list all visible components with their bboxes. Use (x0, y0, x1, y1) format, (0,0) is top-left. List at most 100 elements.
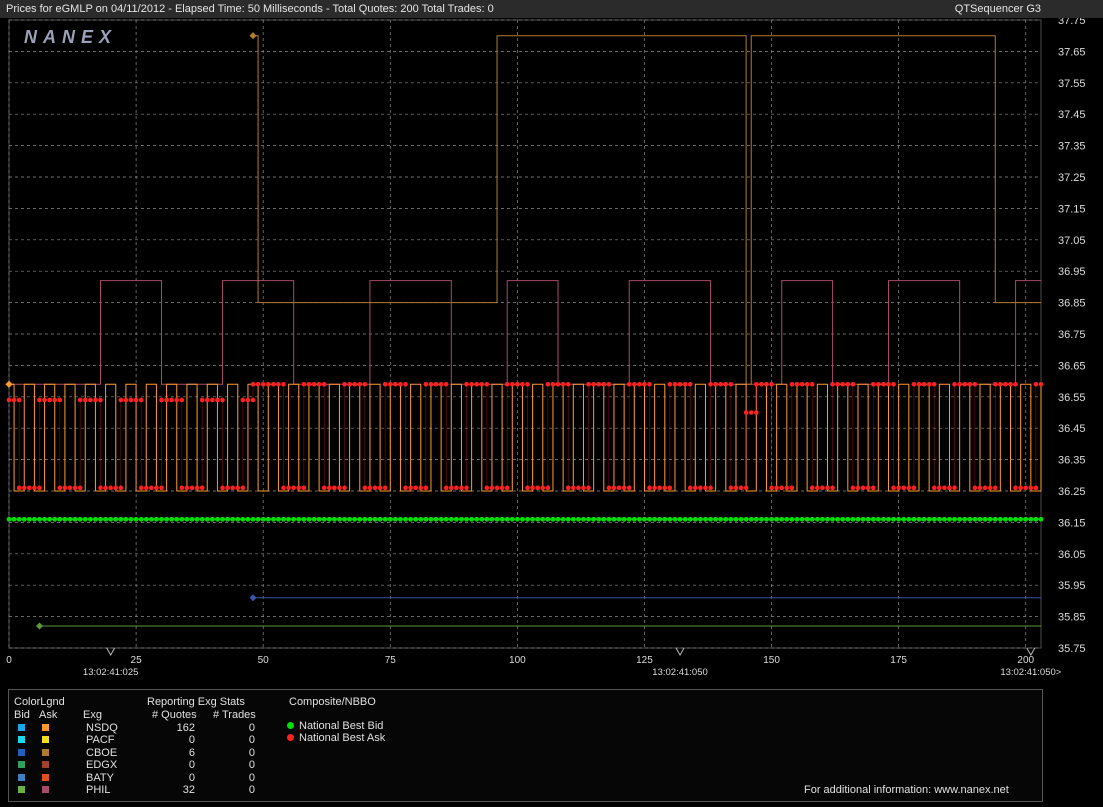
nbbo-ask-point (479, 381, 485, 387)
y-tick-label: 36.15 (1058, 517, 1086, 529)
nbbo-ask-point (926, 381, 932, 387)
ask-header: Ask (39, 709, 58, 721)
nbbo-ask-point (576, 485, 581, 491)
nbbo-ask-point (987, 485, 993, 491)
nbbo-bid-point (77, 516, 83, 522)
nbbo-ask-point (957, 381, 962, 387)
nbbo-bid-point (530, 516, 536, 522)
y-tick-label: 35.95 (1058, 580, 1086, 592)
nbbo-ask-point (72, 485, 78, 491)
nbbo-ask-point (799, 381, 805, 387)
nbbo-ask-point (555, 381, 561, 387)
nbbo-bid-point (321, 516, 327, 522)
nbbo-ask-point (896, 485, 901, 491)
nbbo-ask-point (138, 485, 144, 491)
nbbo-ask-point (881, 381, 886, 387)
nbbo-ask-point (118, 485, 124, 491)
nbbo-ask-point (743, 410, 749, 415)
nbbo-ask-point (499, 485, 505, 491)
nbbo-ask-point (728, 381, 734, 387)
nbbo-bid-point (230, 516, 236, 522)
nbbo-bid-point (453, 516, 459, 522)
nbbo-ask-point (377, 485, 383, 491)
nbbo-ask-point (870, 485, 876, 491)
nbbo-bid-point (855, 516, 861, 522)
y-tick-label: 36.95 (1058, 266, 1086, 278)
nbbo-bid-point (403, 516, 408, 522)
nbbo-ask-point (423, 485, 429, 491)
legend-trade-count: 0 (248, 746, 255, 759)
nbbo-bid-point (886, 516, 891, 522)
nbbo-ask-point (687, 381, 693, 387)
nbbo-ask-point (149, 485, 154, 491)
nbbo-ask-point (77, 485, 83, 491)
title-bar: Prices for eGMLP on 04/11/2012 - Elapsed… (0, 0, 1103, 18)
nbbo-ask-point (601, 381, 607, 387)
nbbo-ask-point (88, 397, 93, 403)
nbbo-bid-point (1013, 516, 1018, 522)
nbbo-ask-point (230, 485, 235, 491)
nbbo-ask-point (1003, 381, 1008, 387)
nbbo-ask-point (382, 381, 388, 387)
quotes-header: # Quotes (152, 709, 197, 721)
nbbo-ask-point (281, 485, 286, 491)
nbbo-ask-point (565, 485, 571, 491)
nbbo-ask-point (972, 381, 978, 387)
nbbo-ask-point (301, 381, 307, 387)
nbbo-bid-point (708, 516, 713, 522)
nbbo-ask-point (596, 381, 602, 387)
nbbo-ask-point (27, 485, 32, 491)
nbbo-bid-point (942, 516, 947, 522)
nbbo-bid-point (779, 516, 785, 522)
nbbo-ask-point (408, 485, 413, 491)
nbbo-bid-point (367, 516, 373, 522)
nbbo-ask-point (570, 485, 576, 491)
nbbo-bid-point (11, 516, 17, 522)
nbbo-bid-point (936, 516, 942, 522)
nbbo-ask-point (789, 381, 795, 387)
nbbo-bid-point (1028, 516, 1034, 522)
nbbo-bid-point (636, 516, 642, 522)
nbbo-bid-point (723, 516, 729, 522)
nbbo-bid-point (209, 516, 215, 522)
nbbo-ask-point (159, 397, 164, 403)
nbbo-bid-point (875, 516, 881, 522)
nbbo-bid-point (276, 516, 281, 522)
nbbo-bid-point (357, 516, 363, 522)
nbbo-ask-point (626, 381, 632, 387)
nbbo-ask-point (652, 485, 657, 491)
nbbo-bid-point (301, 516, 307, 522)
nbbo-ask-point (703, 485, 708, 491)
nbbo-bid-point (179, 516, 185, 522)
y-tick-label: 37.05 (1058, 235, 1086, 247)
nbbo-bid-point (784, 516, 790, 522)
nbbo-ask-point (723, 381, 729, 387)
nbbo-ask-point (454, 485, 459, 491)
nbbo-ask-point (672, 381, 678, 387)
nbbo-bid-point (697, 516, 703, 522)
nbbo-ask-point (667, 381, 673, 387)
nbbo-bid-point (154, 516, 159, 522)
nbbo-bid-point (733, 516, 739, 522)
y-tick-label: 37.55 (1058, 78, 1086, 90)
nbbo-ask-point (504, 485, 510, 491)
nbbo-bid-point (947, 516, 952, 522)
y-tick-label: 36.75 (1058, 329, 1086, 341)
legend-trade-count: 0 (248, 771, 255, 784)
nbbo-ask-point (306, 381, 312, 387)
nbbo-ask-point (850, 485, 856, 491)
nbbo-ask-point (784, 485, 790, 491)
nbbo-bid-point (845, 516, 851, 522)
legend-quote-count: 0 (188, 759, 195, 772)
y-tick-label: 35.85 (1058, 612, 1086, 624)
legend-trade-count: 0 (248, 722, 255, 734)
nbbo-bid-point (113, 516, 119, 522)
nbbo-bid-point (774, 516, 780, 522)
nbbo-bid-point (62, 516, 68, 522)
nbbo-ask-point (850, 381, 856, 387)
chart-background (0, 0, 1103, 690)
nbbo-ask-point (886, 381, 891, 387)
nbbo-bid-point (891, 516, 896, 522)
nbbo-ask-point (565, 381, 571, 387)
nbbo-bid-point (952, 516, 957, 522)
